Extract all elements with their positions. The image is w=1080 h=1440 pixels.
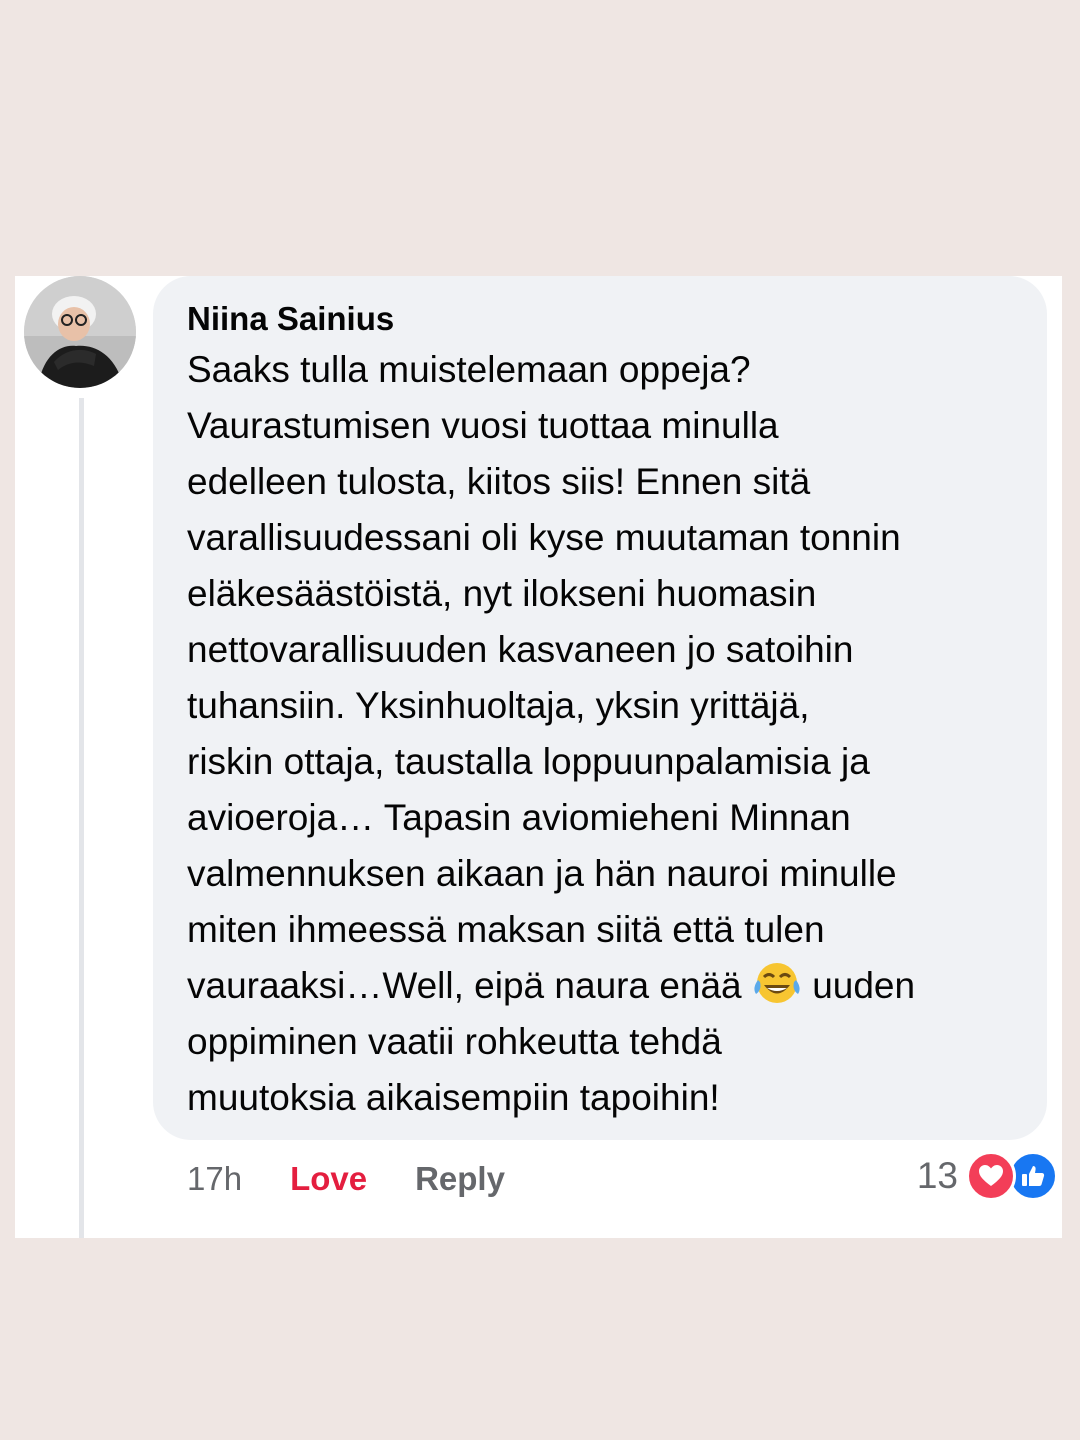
comment-line: edelleen tulosta, kiitos siis! Ennen sit…	[187, 461, 811, 502]
reaction-count: 13	[916, 1155, 958, 1196]
comment-line: nettovarallisuuden kasvaneen jo satoihin	[187, 629, 854, 670]
comment-line: riskin ottaja, taustalla loppuunpalamisi…	[187, 741, 870, 782]
reaction-summary[interactable]: 13	[917, 1150, 1058, 1202]
comment-line: oppiminen vaatii rohkeutta tehdä	[187, 1021, 722, 1062]
comment-line: miten ihmeessä maksan siitä että tulen	[187, 909, 825, 950]
timestamp[interactable]: 17h	[187, 1160, 242, 1198]
comment-card: Niina Sainius Saaks tulla muistelemaan o…	[15, 276, 1062, 1238]
comment-line: muutoksia aikaisempiin tapoihin!	[187, 1077, 720, 1118]
comment-line: vauraaksi…Well, eipä naura enää	[187, 965, 742, 1006]
avatar[interactable]	[24, 276, 136, 388]
comment-line: avioeroja… Tapasin aviomieheni Minnan	[187, 797, 851, 838]
comment-line: Vaurastumisen vuosi tuottaa minulla	[187, 405, 779, 446]
comment-line: Saaks tulla muistelemaan oppeja?	[187, 349, 751, 390]
comment-text: Saaks tulla muistelemaan oppeja? Vaurast…	[187, 342, 1017, 1126]
comment-line: uuden	[812, 965, 916, 1006]
comment-line: eläkesäästöistä, nyt ilokseni huomasin	[187, 573, 817, 614]
author-name[interactable]: Niina Sainius	[187, 296, 1017, 342]
comment-actions: 17h Love Reply	[187, 1154, 505, 1204]
comment-line: tuhansiin. Yksinhuoltaja, yksin yrittäjä…	[187, 685, 810, 726]
love-button[interactable]: Love	[290, 1160, 367, 1198]
comment-bubble: Niina Sainius Saaks tulla muistelemaan o…	[153, 276, 1047, 1140]
avatar-image	[24, 276, 136, 388]
tears-of-joy-emoji-icon	[752, 960, 802, 1006]
thread-line	[79, 398, 84, 1238]
comment-line: valmennuksen aikaan ja hän nauroi minull…	[187, 853, 897, 894]
heart-icon	[966, 1151, 1016, 1201]
comment-line: varallisuudessani oli kyse muutaman tonn…	[187, 517, 901, 558]
reply-button[interactable]: Reply	[415, 1160, 505, 1198]
